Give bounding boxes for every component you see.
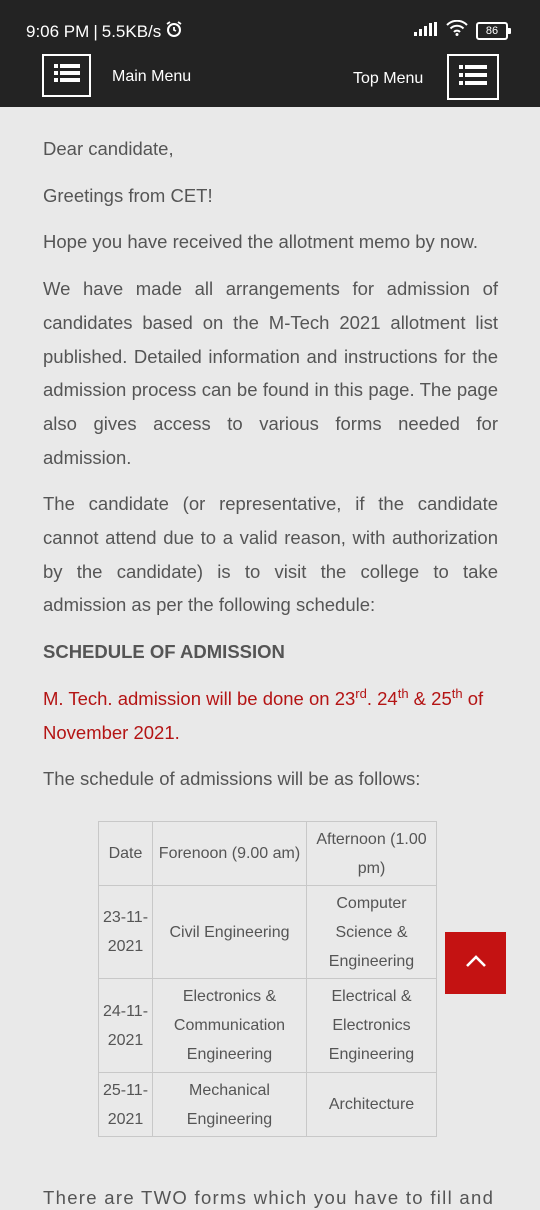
admission-mid2: & 25 [408,687,452,709]
greetings-line: Greetings from CET! [43,184,213,206]
battery-icon: 86 [476,21,511,40]
schedule-heading: SCHEDULE OF ADMISSION [43,641,285,663]
header-date: Date [98,821,153,886]
next-paragraph-cutoff: There are TWO forms which you have to fi… [43,1187,495,1208]
wifi-icon [446,19,468,41]
status-separator: | [93,21,98,41]
memo-line: Hope you have received the allotment mem… [43,231,478,253]
row-date: 25-11-2021 [98,1072,153,1137]
sup-th-1: th [397,685,409,701]
admission-prefix: M. Tech. admission will be done on 23 [43,687,356,709]
main-menu-button[interactable] [42,54,91,97]
admission-mid1: . 24 [366,687,398,709]
scroll-to-top-button[interactable] [445,932,506,994]
row-forenoon: Civil Engineering [152,885,307,979]
main-menu-label[interactable]: Main Menu [112,68,191,86]
top-menu-button[interactable] [447,54,499,100]
visit-paragraph: The candidate (or representative, if the… [43,493,498,616]
table-row: 24-11-2021 Electronics & Communication E… [98,978,437,1073]
list-menu-icon [53,63,80,88]
status-time: 9:06 PM [26,21,90,41]
header-afternoon: Afternoon (1.00 pm) [306,821,437,886]
table-row: 25-11-2021 Mechanical Engineering Archit… [98,1072,437,1137]
table-row: 23-11-2021 Civil Engineering Computer Sc… [98,885,437,979]
header-forenoon: Forenoon (9.00 am) [152,821,307,886]
row-afternoon: Computer Science & Engineering [306,885,437,979]
row-forenoon: Electronics & Communication Engineering [152,978,307,1073]
sup-rd: rd [355,685,367,701]
status-right: 86 [414,19,511,41]
signal-icon [414,21,438,41]
sup-th-2: th [451,685,463,701]
row-date: 23-11-2021 [98,885,153,979]
table-header-row: Date Forenoon (9.00 am) Afternoon (1.00 … [98,821,437,886]
row-afternoon: Architecture [306,1072,437,1137]
row-afternoon: Electrical & Electronics Engineering [306,978,437,1073]
row-date: 24-11-2021 [98,978,153,1073]
greeting: Dear candidate, [43,138,174,159]
row-forenoon: Mechanical Engineering [152,1072,307,1137]
top-menu-label[interactable]: Top Menu [353,70,423,88]
list-menu-icon [459,64,487,91]
admission-dates: M. Tech. admission will be done on 23rd.… [43,682,498,749]
top-navbar: Main Menu Top Menu [0,46,540,107]
schedule-intro: The schedule of admissions will be as fo… [43,768,421,790]
arrangements-paragraph: We have made all arrangements for admiss… [43,278,498,468]
status-left: 9:06 PM | 5.5KB/s [26,20,183,43]
alarm-icon [165,20,183,43]
schedule-table: Date Forenoon (9.00 am) Afternoon (1.00 … [98,821,437,1137]
main-content: Dear candidate, Greetings from CET! Hope… [43,132,498,809]
status-speed: 5.5KB/s [101,21,162,41]
chevron-up-icon [465,954,487,973]
